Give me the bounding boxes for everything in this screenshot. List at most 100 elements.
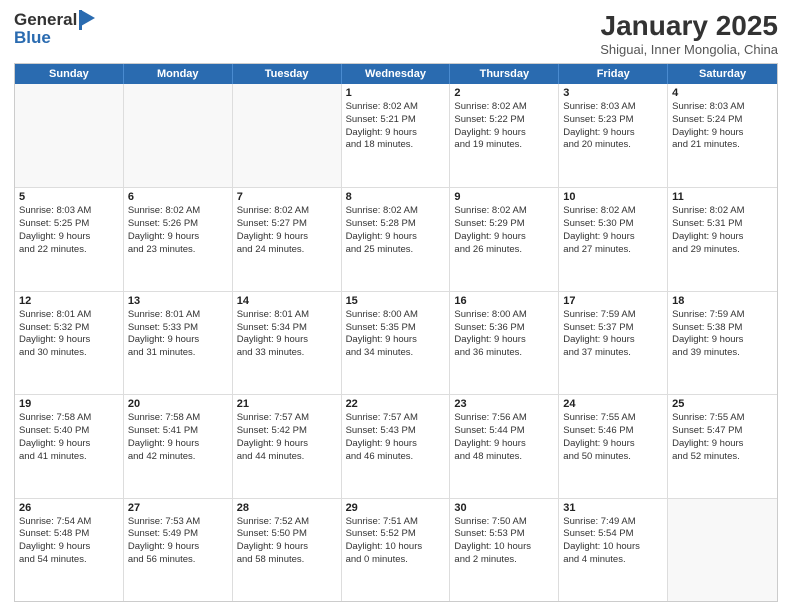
day-number: 4	[672, 87, 773, 99]
sunset-text: Sunset: 5:27 PM	[237, 218, 337, 231]
daylight-hours: Daylight: 9 hours	[128, 334, 228, 347]
day-number: 12	[19, 295, 119, 307]
day-number: 6	[128, 191, 228, 203]
month-year: January 2025	[600, 10, 778, 42]
calendar-cell: 25Sunrise: 7:55 AMSunset: 5:47 PMDayligh…	[668, 395, 777, 497]
sunrise-text: Sunrise: 7:52 AM	[237, 516, 337, 529]
daylight-hours: Daylight: 9 hours	[19, 438, 119, 451]
sunset-text: Sunset: 5:25 PM	[19, 218, 119, 231]
daylight-hours: Daylight: 9 hours	[346, 334, 446, 347]
daylight-minutes: and 42 minutes.	[128, 451, 228, 464]
daylight-minutes: and 37 minutes.	[563, 347, 663, 360]
sunrise-text: Sunrise: 8:02 AM	[672, 205, 773, 218]
calendar-cell: 29Sunrise: 7:51 AMSunset: 5:52 PMDayligh…	[342, 499, 451, 601]
calendar-cell: 6Sunrise: 8:02 AMSunset: 5:26 PMDaylight…	[124, 188, 233, 290]
daylight-minutes: and 54 minutes.	[19, 554, 119, 567]
calendar-cell: 18Sunrise: 7:59 AMSunset: 5:38 PMDayligh…	[668, 292, 777, 394]
sunrise-text: Sunrise: 7:49 AM	[563, 516, 663, 529]
logo-flag-icon	[79, 10, 97, 30]
calendar-cell: 24Sunrise: 7:55 AMSunset: 5:46 PMDayligh…	[559, 395, 668, 497]
weekday-header: Sunday	[15, 64, 124, 84]
sunrise-text: Sunrise: 7:59 AM	[563, 309, 663, 322]
day-number: 23	[454, 398, 554, 410]
sunset-text: Sunset: 5:32 PM	[19, 322, 119, 335]
daylight-minutes: and 31 minutes.	[128, 347, 228, 360]
daylight-hours: Daylight: 9 hours	[563, 127, 663, 140]
calendar: SundayMondayTuesdayWednesdayThursdayFrid…	[14, 63, 778, 602]
day-number: 21	[237, 398, 337, 410]
sunrise-text: Sunrise: 7:50 AM	[454, 516, 554, 529]
sunrise-text: Sunrise: 8:02 AM	[454, 205, 554, 218]
daylight-hours: Daylight: 9 hours	[237, 231, 337, 244]
sunrise-text: Sunrise: 7:59 AM	[672, 309, 773, 322]
sunset-text: Sunset: 5:42 PM	[237, 425, 337, 438]
day-number: 27	[128, 502, 228, 514]
daylight-minutes: and 24 minutes.	[237, 244, 337, 257]
sunset-text: Sunset: 5:37 PM	[563, 322, 663, 335]
calendar-cell: 8Sunrise: 8:02 AMSunset: 5:28 PMDaylight…	[342, 188, 451, 290]
day-number: 3	[563, 87, 663, 99]
calendar-body: 1 Sunrise: 8:02 AM Sunset: 5:21 PM Daylight…	[15, 84, 777, 601]
title-block: January 2025 Shiguai, Inner Mongolia, Ch…	[600, 10, 778, 57]
day-number: 14	[237, 295, 337, 307]
weekday-header: Monday	[124, 64, 233, 84]
logo-general: General	[14, 10, 77, 30]
daylight-minutes: and 41 minutes.	[19, 451, 119, 464]
daylight-minutes: and 22 minutes.	[19, 244, 119, 257]
daylight-hours: Daylight: 9 hours	[454, 438, 554, 451]
sunset-text: Sunset: 5:48 PM	[19, 528, 119, 541]
calendar-cell: 19Sunrise: 7:58 AMSunset: 5:40 PMDayligh…	[15, 395, 124, 497]
daylight-hours: Daylight: 9 hours	[346, 438, 446, 451]
daylight-minutes: and 18 minutes.	[346, 139, 446, 152]
day-number: 10	[563, 191, 663, 203]
sunrise-text: Sunrise: 8:01 AM	[19, 309, 119, 322]
weekday-header: Friday	[559, 64, 668, 84]
daylight-minutes: and 23 minutes.	[128, 244, 228, 257]
sunset-text: Sunset: 5:41 PM	[128, 425, 228, 438]
sunset-text: Sunset: 5:22 PM	[454, 114, 554, 127]
calendar-cell: 16Sunrise: 8:00 AMSunset: 5:36 PMDayligh…	[450, 292, 559, 394]
daylight-hours: Daylight: 9 hours	[128, 438, 228, 451]
logo-blue: Blue	[14, 28, 51, 48]
day-number: 7	[237, 191, 337, 203]
daylight-minutes: and 58 minutes.	[237, 554, 337, 567]
calendar-cell: 5Sunrise: 8:03 AMSunset: 5:25 PMDaylight…	[15, 188, 124, 290]
daylight-hours: Daylight: 9 hours	[128, 231, 228, 244]
calendar-cell: 15Sunrise: 8:00 AMSunset: 5:35 PMDayligh…	[342, 292, 451, 394]
sunset-text: Sunset: 5:31 PM	[672, 218, 773, 231]
sunset-text: Sunset: 5:21 PM	[346, 114, 446, 127]
daylight-minutes: and 39 minutes.	[672, 347, 773, 360]
sunrise-text: Sunrise: 8:02 AM	[237, 205, 337, 218]
daylight-hours: Daylight: 10 hours	[454, 541, 554, 554]
daylight-hours: Daylight: 10 hours	[346, 541, 446, 554]
daylight-hours: Daylight: 9 hours	[672, 231, 773, 244]
day-number: 29	[346, 502, 446, 514]
calendar-week: 12 Sunrise: 8:01 AMSunset: 5:32 PM Dayligh…	[15, 291, 777, 394]
calendar-cell: 20Sunrise: 7:58 AMSunset: 5:41 PMDayligh…	[124, 395, 233, 497]
calendar-cell: 22Sunrise: 7:57 AMSunset: 5:43 PMDayligh…	[342, 395, 451, 497]
calendar-cell: 23Sunrise: 7:56 AMSunset: 5:44 PMDayligh…	[450, 395, 559, 497]
sunset-text: Sunset: 5:30 PM	[563, 218, 663, 231]
calendar-cell: 27Sunrise: 7:53 AMSunset: 5:49 PMDayligh…	[124, 499, 233, 601]
daylight-hours: Daylight: 9 hours	[672, 334, 773, 347]
daylight-minutes: and 33 minutes.	[237, 347, 337, 360]
day-number: 19	[19, 398, 119, 410]
weekday-header: Wednesday	[342, 64, 451, 84]
daylight-minutes: and 0 minutes.	[346, 554, 446, 567]
sunset-text: Sunset: 5:54 PM	[563, 528, 663, 541]
sunset-text: Sunset: 5:26 PM	[128, 218, 228, 231]
sunrise-text: Sunrise: 8:03 AM	[672, 101, 773, 114]
daylight-minutes: and 26 minutes.	[454, 244, 554, 257]
day-number: 30	[454, 502, 554, 514]
calendar-cell: 7 Sunrise: 8:02 AMSunset: 5:27 PMDaylight…	[233, 188, 342, 290]
daylight-hours: Daylight: 9 hours	[128, 541, 228, 554]
day-number: 5	[19, 191, 119, 203]
daylight-minutes: and 50 minutes.	[563, 451, 663, 464]
daylight-minutes: and 46 minutes.	[346, 451, 446, 464]
weekday-header: Thursday	[450, 64, 559, 84]
sunrise-text: Sunrise: 7:55 AM	[563, 412, 663, 425]
sunrise-text: Sunrise: 8:00 AM	[454, 309, 554, 322]
day-number: 1	[346, 87, 446, 99]
calendar-week: 1Sunrise: 8:02 AMSunset: 5:21 PMDaylight…	[15, 84, 777, 187]
daylight-hours: Daylight: 9 hours	[19, 231, 119, 244]
